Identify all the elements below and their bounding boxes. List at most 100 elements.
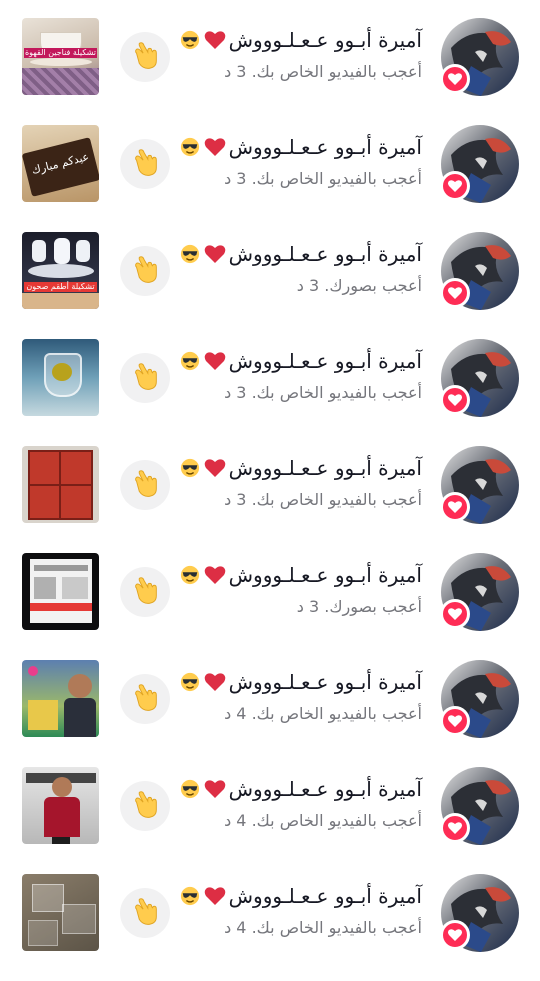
notification-row[interactable]: تشكيلة أطقم صحون آميرة أبـوو عـعـلـوووش أع… <box>0 232 540 339</box>
heart-badge-icon <box>440 706 470 736</box>
notification-text: أعجب بصورك. 3 د <box>297 276 422 295</box>
notification-text: أعجب بالفيديو الخاص بك. 3 د <box>224 62 422 81</box>
sunglasses-face-icon <box>179 672 201 692</box>
user-name-line[interactable]: آميرة أبـوو عـعـلـوووش <box>179 135 422 159</box>
user-name-line[interactable]: آميرة أبـوو عـعـلـوووش <box>179 563 422 587</box>
action-text: أعجب بالفيديو الخاص بك. <box>251 490 422 509</box>
video-thumbnail[interactable] <box>22 553 99 630</box>
timestamp: 3 د <box>296 597 320 616</box>
notification-row[interactable]: عيدكم مبارك آميرة أبـوو عـعـلـوووش أعجب با… <box>0 125 540 232</box>
pointing-hand-icon <box>128 145 162 183</box>
notification-row[interactable]: آميرة أبـوو عـعـلـوووش أعجب بالفيديو الخا… <box>0 767 540 874</box>
wave-back-button[interactable] <box>120 353 170 403</box>
timestamp: 4 د <box>224 811 247 830</box>
user-name[interactable]: آميرة أبـوو عـعـلـوووش <box>229 349 422 373</box>
user-name-line[interactable]: آميرة أبـوو عـعـلـوووش <box>179 28 422 52</box>
user-name[interactable]: آميرة أبـوو عـعـلـوووش <box>229 884 422 908</box>
user-name[interactable]: آميرة أبـوو عـعـلـوووش <box>229 777 422 801</box>
wave-back-button[interactable] <box>120 781 170 831</box>
sunglasses-face-icon <box>179 244 201 264</box>
sunglasses-face-icon <box>179 779 201 799</box>
timestamp: 4 د <box>224 918 247 937</box>
video-thumbnail[interactable]: تشكيلة أطقم صحون <box>22 232 99 309</box>
sunglasses-face-icon <box>179 565 201 585</box>
heart-badge-icon <box>440 64 470 94</box>
heart-badge-icon <box>440 171 470 201</box>
notification-text: أعجب بالفيديو الخاص بك. 3 د <box>224 169 422 188</box>
heart-badge-icon <box>440 599 470 629</box>
notification-row[interactable]: آميرة أبـوو عـعـلـوووش أعجب بالفيديو الخا… <box>0 660 540 767</box>
wave-back-button[interactable] <box>120 567 170 617</box>
pointing-hand-icon <box>128 252 162 290</box>
video-thumbnail[interactable] <box>22 660 99 737</box>
action-text: أعجب بالفيديو الخاص بك. <box>251 811 422 830</box>
wave-back-button[interactable] <box>120 674 170 724</box>
timestamp: 4 د <box>224 704 247 723</box>
notification-text: أعجب بالفيديو الخاص بك. 3 د <box>224 490 422 509</box>
red-heart-icon <box>204 30 226 50</box>
timestamp: 3 د <box>224 490 247 509</box>
red-heart-icon <box>204 565 226 585</box>
wave-back-button[interactable] <box>120 246 170 296</box>
user-name-line[interactable]: آميرة أبـوو عـعـلـوووش <box>179 670 422 694</box>
user-name[interactable]: آميرة أبـوو عـعـلـوووش <box>229 135 422 159</box>
red-heart-icon <box>204 886 226 906</box>
video-thumbnail[interactable] <box>22 339 99 416</box>
pointing-hand-icon <box>128 894 162 932</box>
notification-text: أعجب بصورك. 3 د <box>297 597 422 616</box>
notification-row[interactable]: آميرة أبـوو عـعـلـوووش أعجب بالفيديو الخا… <box>0 446 540 553</box>
user-name-line[interactable]: آميرة أبـوو عـعـلـوووش <box>179 242 422 266</box>
red-heart-icon <box>204 779 226 799</box>
timestamp: 3 د <box>224 169 247 188</box>
user-name[interactable]: آميرة أبـوو عـعـلـوووش <box>229 456 422 480</box>
video-thumbnail[interactable]: عيدكم مبارك <box>22 125 99 202</box>
pointing-hand-icon <box>128 38 162 76</box>
red-heart-icon <box>204 672 226 692</box>
notifications-list: تشكيلة فناجين القهوة آميرة أبـوو عـعـلـوو… <box>0 0 540 960</box>
wave-back-button[interactable] <box>120 32 170 82</box>
action-text: أعجب بصورك. <box>324 597 422 616</box>
action-text: أعجب بالفيديو الخاص بك. <box>251 169 422 188</box>
notification-text: أعجب بالفيديو الخاص بك. 3 د <box>224 383 422 402</box>
user-name[interactable]: آميرة أبـوو عـعـلـوووش <box>229 28 422 52</box>
sunglasses-face-icon <box>179 458 201 478</box>
user-name-line[interactable]: آميرة أبـوو عـعـلـوووش <box>179 456 422 480</box>
user-name[interactable]: آميرة أبـوو عـعـلـوووش <box>229 563 422 587</box>
timestamp: 3 د <box>296 276 320 295</box>
notification-text: أعجب بالفيديو الخاص بك. 4 د <box>224 918 422 937</box>
notification-row[interactable]: آميرة أبـوو عـعـلـوووش أعجب بالفيديو الخا… <box>0 874 540 981</box>
red-heart-icon <box>204 137 226 157</box>
user-name-line[interactable]: آميرة أبـوو عـعـلـوووش <box>179 884 422 908</box>
wave-back-button[interactable] <box>120 460 170 510</box>
heart-badge-icon <box>440 278 470 308</box>
heart-badge-icon <box>440 492 470 522</box>
red-heart-icon <box>204 244 226 264</box>
user-name[interactable]: آميرة أبـوو عـعـلـوووش <box>229 242 422 266</box>
sunglasses-face-icon <box>179 30 201 50</box>
pointing-hand-icon <box>128 466 162 504</box>
pointing-hand-icon <box>128 573 162 611</box>
user-name-line[interactable]: آميرة أبـوو عـعـلـوووش <box>179 349 422 373</box>
pointing-hand-icon <box>128 787 162 825</box>
video-thumbnail[interactable] <box>22 874 99 951</box>
sunglasses-face-icon <box>179 351 201 371</box>
notification-row[interactable]: تشكيلة فناجين القهوة آميرة أبـوو عـعـلـوو… <box>0 18 540 125</box>
notification-text: أعجب بالفيديو الخاص بك. 4 د <box>224 704 422 723</box>
wave-back-button[interactable] <box>120 139 170 189</box>
action-text: أعجب بالفيديو الخاص بك. <box>251 383 422 402</box>
heart-badge-icon <box>440 920 470 950</box>
sunglasses-face-icon <box>179 137 201 157</box>
user-name-line[interactable]: آميرة أبـوو عـعـلـوووش <box>179 777 422 801</box>
action-text: أعجب بالفيديو الخاص بك. <box>251 704 422 723</box>
pointing-hand-icon <box>128 680 162 718</box>
video-thumbnail[interactable] <box>22 446 99 523</box>
wave-back-button[interactable] <box>120 888 170 938</box>
notification-row[interactable]: آميرة أبـوو عـعـلـوووش أعجب بصورك. 3 د <box>0 553 540 660</box>
user-name[interactable]: آميرة أبـوو عـعـلـوووش <box>229 670 422 694</box>
red-heart-icon <box>204 351 226 371</box>
video-thumbnail[interactable]: تشكيلة فناجين القهوة <box>22 18 99 95</box>
pointing-hand-icon <box>128 359 162 397</box>
video-thumbnail[interactable] <box>22 767 99 844</box>
notification-row[interactable]: آميرة أبـوو عـعـلـوووش أعجب بالفيديو الخا… <box>0 339 540 446</box>
timestamp: 3 د <box>224 62 247 81</box>
